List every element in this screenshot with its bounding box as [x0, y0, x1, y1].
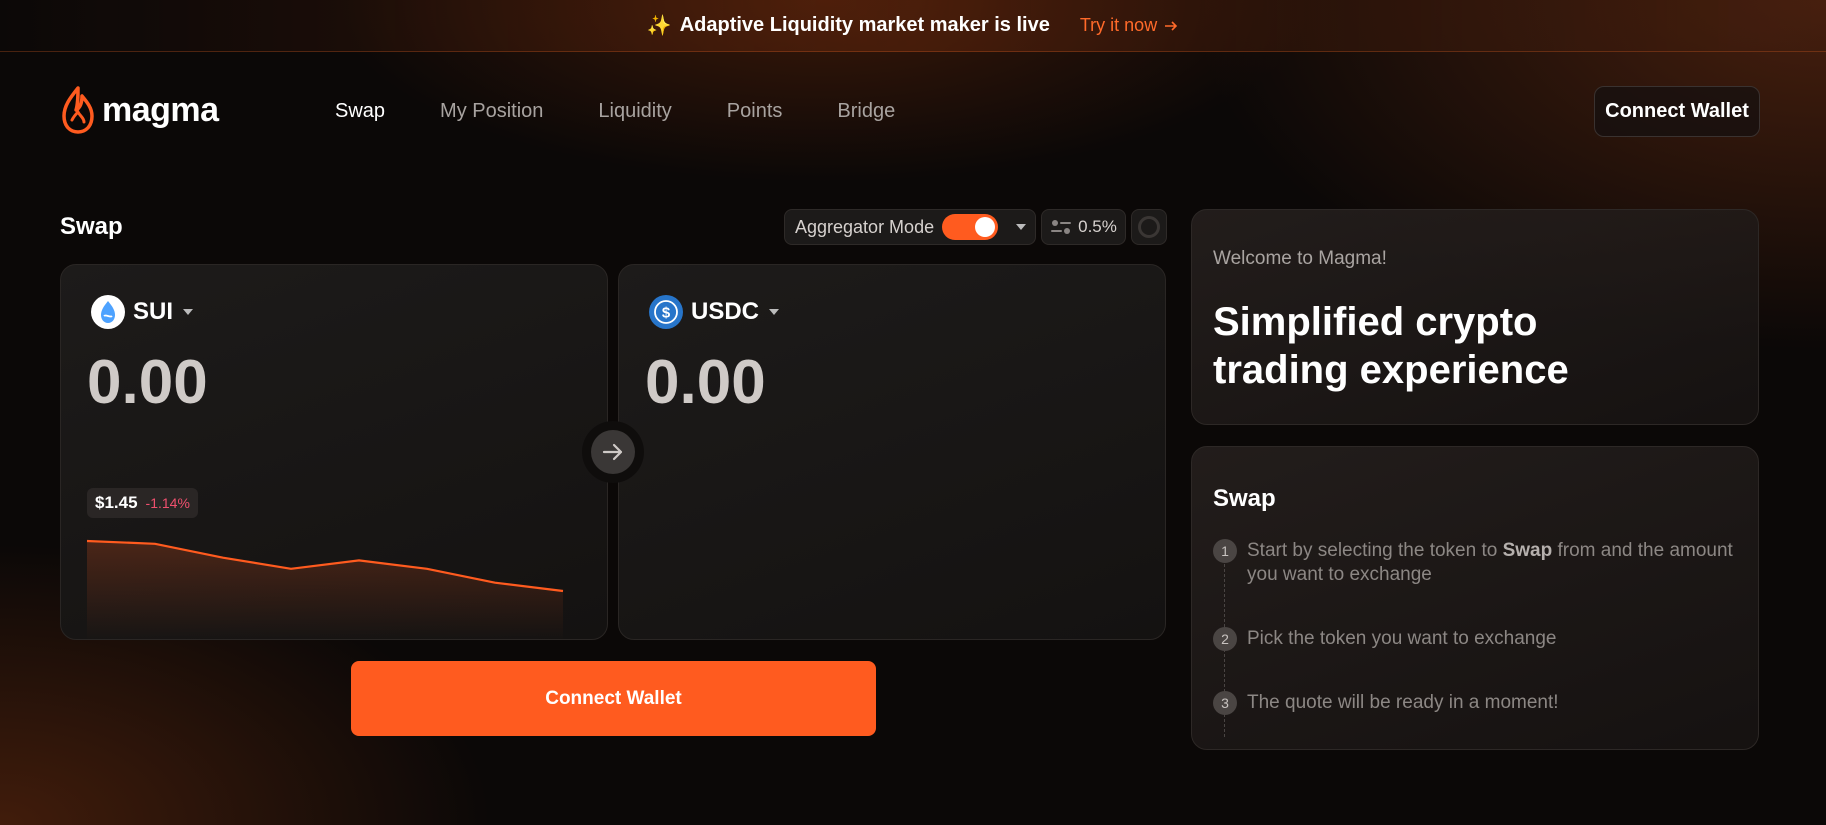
flame-logo-icon [62, 86, 94, 134]
banner-message: ✨ Adaptive Liquidity market maker is liv… [647, 13, 1050, 38]
guide-title: Swap [1213, 485, 1276, 512]
token-price: $1.45 [95, 493, 138, 512]
slippage-settings-button[interactable]: 0.5% [1041, 209, 1126, 245]
swap-to-card: $ USDC 0.00 [618, 264, 1166, 640]
arrow-right-icon [1165, 20, 1178, 31]
nav-liquidity[interactable]: Liquidity [598, 100, 671, 123]
sparkle-icon: ✨ [646, 15, 672, 37]
sui-token-icon [91, 295, 125, 329]
swap-from-card: SUI 0.00 $1.45 -1.14% [60, 264, 608, 640]
price-sparkline-chart [87, 539, 564, 639]
from-amount-input[interactable]: 0.00 [87, 347, 208, 418]
welcome-title: Simplified crypto trading experience [1213, 300, 1569, 392]
top-header: magma Swap My Position Liquidity Points … [0, 80, 1826, 146]
price-badge: $1.45 -1.14% [87, 488, 198, 518]
sliders-icon [1051, 220, 1072, 234]
slippage-value: 0.5% [1078, 217, 1117, 236]
banner-link-label: Try it now [1079, 15, 1158, 35]
nav-swap[interactable]: Swap [335, 100, 385, 123]
swap-title: Swap [60, 213, 123, 240]
main-nav: Swap My Position Liquidity Points Bridge [335, 100, 895, 123]
chevron-down-icon [183, 309, 194, 315]
aggregator-mode-toggle[interactable] [942, 214, 999, 240]
welcome-panel: Welcome to Magma! Simplified crypto trad… [1191, 209, 1759, 425]
announcement-banner: ✨ Adaptive Liquidity market maker is liv… [0, 0, 1826, 52]
connect-wallet-main-button[interactable]: Connect Wallet [351, 661, 876, 736]
swap-direction-button[interactable] [582, 421, 644, 483]
nav-my-position[interactable]: My Position [440, 100, 543, 123]
aggregator-mode-control: Aggregator Mode [784, 209, 1036, 245]
price-change: -1.14% [145, 495, 190, 511]
magma-logo[interactable]: magma [60, 84, 219, 136]
svg-text:$: $ [662, 305, 671, 322]
logo-text: magma [102, 90, 219, 129]
step-text: Pick the token you want to exchange [1247, 628, 1557, 649]
arrow-right-icon [591, 430, 635, 474]
guide-step-3: 3 The quote will be ready in a moment! [1213, 691, 1733, 715]
chevron-down-icon [769, 309, 780, 315]
to-token-name: USDC [691, 298, 760, 325]
chevron-down-icon[interactable] [1016, 224, 1027, 230]
step-number: 3 [1213, 691, 1237, 715]
banner-text: Adaptive Liquidity market maker is live [679, 14, 1050, 36]
guide-step-2: 2 Pick the token you want to exchange [1213, 627, 1733, 651]
to-amount-output: 0.00 [645, 348, 766, 417]
step-text: Start by selecting the token to Swap fro… [1247, 540, 1733, 585]
try-it-now-link[interactable]: Try it now [1080, 15, 1179, 36]
usdc-token-icon: $ [649, 295, 683, 329]
step-number: 1 [1213, 539, 1237, 563]
step-text: The quote will be ready in a moment! [1247, 692, 1559, 713]
from-token-name: SUI [133, 298, 174, 325]
welcome-subtitle: Welcome to Magma! [1213, 248, 1387, 269]
from-token-selector[interactable]: SUI [91, 295, 194, 329]
refresh-quote-button[interactable] [1131, 209, 1167, 245]
sparkline-area [87, 541, 563, 639]
toggle-knob [975, 217, 996, 237]
guide-step-1: 1 Start by selecting the token to Swap f… [1213, 539, 1733, 587]
swap-guide-panel: Swap 1 Start by selecting the token to S… [1191, 446, 1759, 750]
aggregator-mode-label: Aggregator Mode [795, 216, 935, 237]
nav-bridge[interactable]: Bridge [837, 100, 895, 123]
to-token-selector[interactable]: $ USDC [649, 295, 780, 329]
step-number: 2 [1213, 627, 1237, 651]
refresh-timer-icon [1138, 216, 1160, 238]
connect-wallet-header-button[interactable]: Connect Wallet [1594, 86, 1760, 137]
nav-points[interactable]: Points [727, 100, 783, 123]
